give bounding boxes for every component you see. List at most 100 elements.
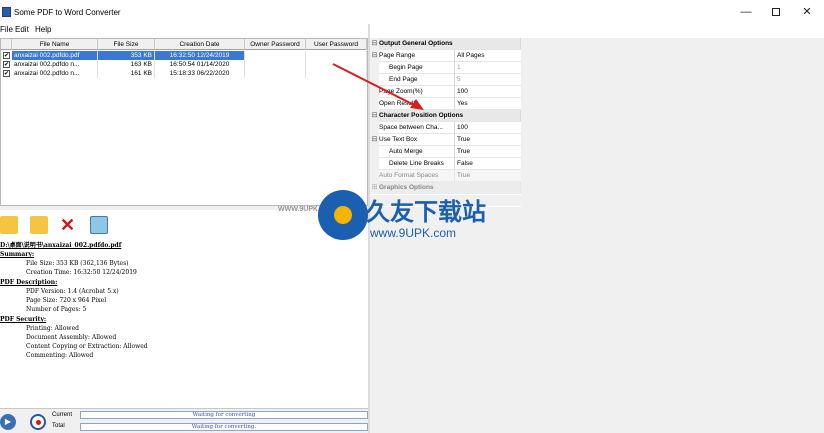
- property-name: Open Results: [379, 98, 455, 110]
- table-row[interactable]: ✔ anxaizai 002.pdfdo n... 161 KB 15:18:3…: [1, 69, 367, 78]
- maximize-button[interactable]: [766, 4, 786, 20]
- header-user-password[interactable]: User Password: [306, 39, 367, 50]
- pdf-description-heading: PDF Description:: [0, 279, 58, 286]
- category-output-general[interactable]: ⊟ Output General Options: [370, 38, 521, 50]
- property-grid-row-blank: [370, 206, 521, 218]
- header-file-size[interactable]: File Size: [98, 39, 155, 50]
- menu-edit[interactable]: Edit: [15, 25, 29, 34]
- row-checkbox[interactable]: ✔: [3, 61, 10, 68]
- category-label: Character Position Options: [379, 110, 521, 122]
- property-use-text-box[interactable]: ⊟ Use Text Box True: [370, 134, 521, 146]
- detail-document-assembly: Document Assembly: Allowed: [26, 334, 117, 341]
- property-page-range[interactable]: ⊟ Page Range All Pages: [370, 50, 521, 62]
- cell-user-password[interactable]: [306, 51, 367, 60]
- detail-pdf-version: PDF Version: 1.4 (Acrobat 5.x): [26, 288, 119, 295]
- property-value[interactable]: True: [455, 146, 521, 158]
- property-value[interactable]: False: [455, 158, 521, 170]
- menu-help[interactable]: Help: [35, 25, 51, 34]
- grid-header: File Name File Size Creation Date Owner …: [1, 39, 367, 50]
- stop-icon: [36, 420, 41, 425]
- property-name: Auto Format Spaces: [379, 170, 455, 182]
- collapse-icon[interactable]: ⊟: [370, 110, 379, 122]
- title-bar: Some PDF to Word Converter — ✕: [0, 0, 824, 24]
- cell-creation-date: 16:50:54 01/14/2020: [155, 60, 245, 69]
- property-value[interactable]: 100: [455, 122, 521, 134]
- menu-file[interactable]: File: [0, 25, 13, 34]
- summary-heading: Summary:: [0, 251, 35, 258]
- property-begin-page[interactable]: Begin Page 1: [370, 62, 521, 74]
- expand-icon[interactable]: ⊞: [370, 182, 379, 194]
- header-file-name[interactable]: File Name: [12, 39, 98, 50]
- menu-bar: File Edit Help: [0, 24, 370, 36]
- header-creation-date[interactable]: Creation Date: [155, 39, 245, 50]
- cell-file-size: 353 KB: [98, 51, 155, 60]
- total-progress-bar: Waiting for converting.: [80, 423, 368, 431]
- total-label: Total: [52, 423, 65, 429]
- category-label: Output General Options: [379, 38, 521, 50]
- folder-open-icon[interactable]: [0, 216, 18, 234]
- cell-file-size: 161 KB: [98, 69, 155, 78]
- expand-icon[interactable]: ⊟: [370, 134, 379, 146]
- minimize-button[interactable]: —: [736, 4, 756, 20]
- category-graphics[interactable]: ⊞ Graphics Options: [370, 182, 521, 194]
- cell-file-name: anxaizai 002.pdfdo n...: [12, 69, 98, 78]
- table-row[interactable]: ✔ anxaizai 002.pdfdo n... 163 KB 16:50:5…: [1, 60, 367, 69]
- stop-button[interactable]: [30, 414, 46, 430]
- property-auto-format-spaces[interactable]: Auto Format Spaces True: [370, 170, 521, 182]
- row-checkbox[interactable]: ✔: [3, 52, 10, 59]
- property-grid-row-blank: [370, 194, 521, 206]
- cell-owner-password[interactable]: [245, 51, 306, 60]
- detail-content-copying: Content Copying or Extraction: Allowed: [26, 343, 148, 350]
- collapse-icon[interactable]: ⊟: [370, 38, 379, 50]
- options-property-grid[interactable]: ⊟ Output General Options ⊟ Page Range Al…: [370, 38, 824, 433]
- property-name: End Page: [379, 74, 455, 86]
- category-label: Graphics Options: [379, 182, 521, 194]
- convert-play-button[interactable]: ▶: [0, 414, 16, 430]
- cell-owner-password[interactable]: [245, 60, 306, 69]
- cell-creation-date: 15:18:33 06/22/2020: [155, 69, 245, 78]
- detail-file-size: File Size: 353 KB (362,136 Bytes): [26, 260, 129, 267]
- property-auto-merge[interactable]: Auto Merge True: [370, 146, 521, 158]
- row-checkbox[interactable]: ✔: [3, 70, 10, 77]
- recycle-bin-icon[interactable]: [90, 216, 108, 234]
- property-name: Use Text Box: [379, 134, 455, 146]
- property-value[interactable]: True: [455, 134, 521, 146]
- cell-user-password[interactable]: [306, 69, 367, 78]
- detail-num-pages: Number of Pages: 5: [26, 306, 87, 313]
- property-name: Begin Page: [379, 62, 455, 74]
- property-open-results[interactable]: Open Results Yes: [370, 98, 521, 110]
- current-progress-bar: Waiting for converting: [80, 411, 368, 419]
- property-name: Page Zoom(%): [379, 86, 455, 98]
- property-value[interactable]: 5: [455, 74, 521, 86]
- property-value[interactable]: 1: [455, 62, 521, 74]
- app-icon: [2, 7, 11, 17]
- property-page-zoom[interactable]: Page Zoom(%) 100: [370, 86, 521, 98]
- delete-icon[interactable]: ✕: [60, 216, 78, 234]
- file-list-grid[interactable]: File Name File Size Creation Date Owner …: [0, 38, 368, 206]
- property-value[interactable]: All Pages: [455, 50, 521, 62]
- property-value[interactable]: True: [455, 170, 521, 182]
- expand-icon[interactable]: ⊟: [370, 50, 379, 62]
- folder-icon[interactable]: [30, 216, 48, 234]
- header-owner-password[interactable]: Owner Password: [245, 39, 306, 50]
- property-name: Space between Cha...: [379, 122, 455, 134]
- cell-file-name: anxaizai 002.pdfdo.pdf: [12, 51, 98, 60]
- cell-owner-password[interactable]: [245, 69, 306, 78]
- property-value[interactable]: Yes: [455, 98, 521, 110]
- property-end-page[interactable]: End Page 5: [370, 74, 521, 86]
- property-delete-line-breaks[interactable]: Delete Line Breaks False: [370, 158, 521, 170]
- detail-creation-time: Creation Time: 16:32:50 12/24/2019: [26, 269, 137, 276]
- splitter[interactable]: [0, 206, 368, 210]
- file-path: D:\桌面\说明书\anxaizai_002.pdfdo.pdf: [0, 242, 122, 249]
- property-name: Auto Merge: [379, 146, 455, 158]
- property-space-between[interactable]: Space between Cha... 100: [370, 122, 521, 134]
- file-details-panel: D:\桌面\说明书\anxaizai_002.pdfdo.pdf Summary…: [0, 240, 368, 406]
- maximize-icon: [772, 8, 780, 16]
- file-toolbar: ✕: [0, 212, 368, 238]
- property-value[interactable]: 100: [455, 86, 521, 98]
- table-row[interactable]: ✔ anxaizai 002.pdfdo.pdf 353 KB 16:32:50…: [1, 51, 367, 60]
- close-button[interactable]: ✕: [797, 4, 817, 20]
- category-character-position[interactable]: ⊟ Character Position Options: [370, 110, 521, 122]
- property-name: Page Range: [379, 50, 455, 62]
- cell-user-password[interactable]: [306, 60, 367, 69]
